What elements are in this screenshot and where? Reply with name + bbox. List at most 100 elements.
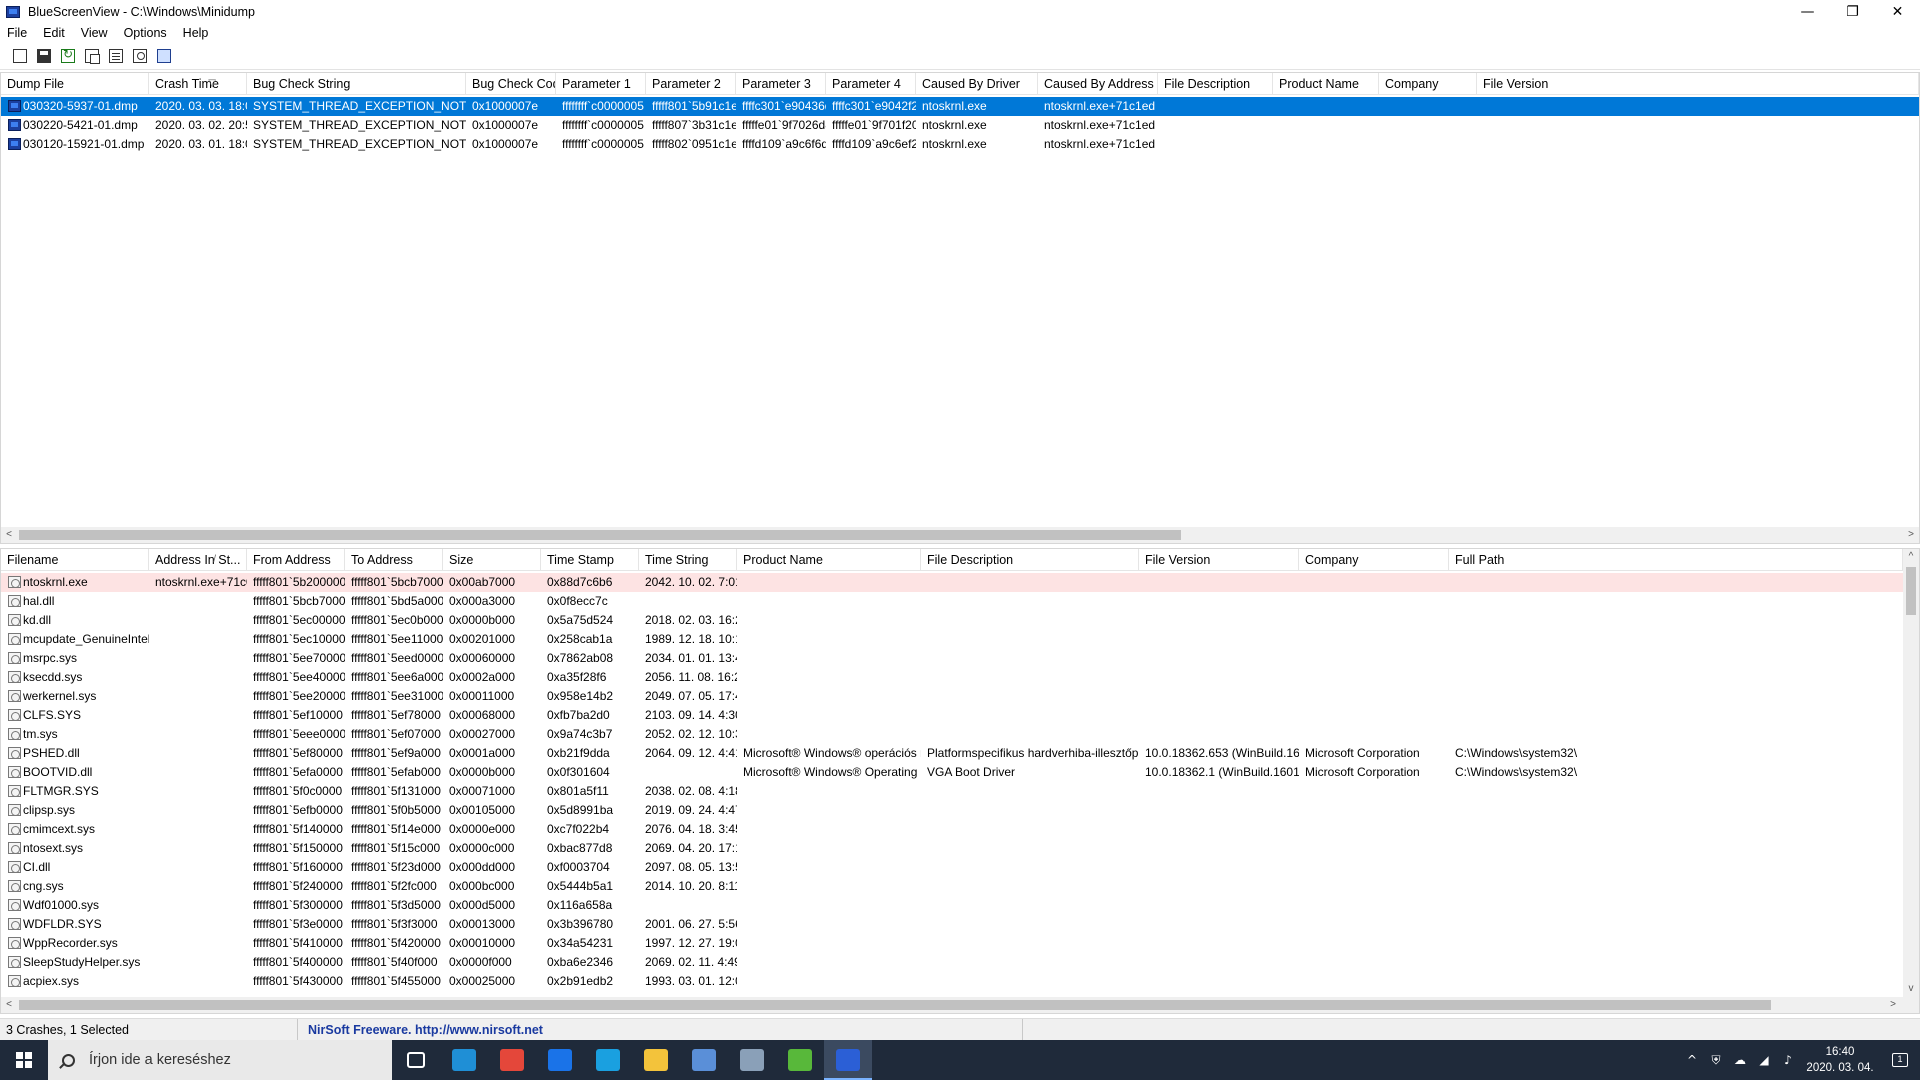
driver-row[interactable]: CLFS.SYS fffff801`5ef10000 fffff801`5ef780…: [1, 706, 1919, 725]
driver-row[interactable]: ksecdd.sys fffff801`5ee40000 fffff801`5ee6…: [1, 668, 1919, 687]
nirsoft-link[interactable]: NirSoft Freeware. http://www.nirsoft.net: [298, 1019, 1023, 1040]
lower-header-address-in-st[interactable]: Address In St... /: [149, 549, 247, 571]
driver-row[interactable]: WDFLDR.SYS fffff801`5f3e0000 fffff801`5f3f…: [1, 915, 1919, 934]
network-icon[interactable]: ◢: [1752, 1053, 1776, 1067]
edge-taskbar-button[interactable]: [440, 1040, 488, 1080]
driver-row[interactable]: CI.dll fffff801`5f160000 fffff801`5f23d000…: [1, 858, 1919, 877]
html-report-button[interactable]: [106, 46, 126, 66]
crash-row[interactable]: 030120-15921-01.dmp 2020. 03. 01. 18:06:3…: [1, 135, 1919, 154]
menu-help[interactable]: Help: [175, 26, 217, 40]
app2-taskbar-button[interactable]: [728, 1040, 776, 1080]
driver-row[interactable]: WppRecorder.sys fffff801`5f410000 fffff801…: [1, 934, 1919, 953]
upper-header-file-description[interactable]: File Description: [1158, 73, 1273, 95]
properties-button[interactable]: [10, 46, 30, 66]
upper-header-product-name[interactable]: Product Name: [1273, 73, 1379, 95]
driver-row[interactable]: acpiex.sys fffff801`5f430000 fffff801`5f45…: [1, 972, 1919, 991]
mail-taskbar-button[interactable]: [536, 1040, 584, 1080]
driver-row[interactable]: ntosext.sys fffff801`5f150000 fffff801`5f1…: [1, 839, 1919, 858]
crash-list[interactable]: Dump File Crash Time ▽ Bug Check String Bug …: [0, 72, 1920, 544]
find-button[interactable]: [130, 46, 150, 66]
driver-row[interactable]: hal.dll fffff801`5bcb7000 fffff801`5bd5a00…: [1, 592, 1919, 611]
file-explorer-taskbar-button[interactable]: [632, 1040, 680, 1080]
upper-header-parameter-1[interactable]: Parameter 1: [556, 73, 646, 95]
scroll-right-arrow[interactable]: >: [1885, 997, 1901, 1013]
chrome-taskbar-button[interactable]: [488, 1040, 536, 1080]
minimize-button[interactable]: —: [1785, 0, 1830, 23]
lower-header-time-string[interactable]: Time String: [639, 549, 737, 571]
lower-header-product-name[interactable]: Product Name: [737, 549, 921, 571]
menu-options[interactable]: Options: [116, 26, 175, 40]
driver-row[interactable]: clipsp.sys fffff801`5efb0000 fffff801`5f0b…: [1, 801, 1919, 820]
upper-header-parameter-2[interactable]: Parameter 2: [646, 73, 736, 95]
scrollbar-thumb[interactable]: [19, 1000, 1771, 1010]
driver-list[interactable]: Filename Address In St... / From Address To …: [0, 548, 1920, 1014]
upper-header-caused-by-address[interactable]: Caused By Address: [1038, 73, 1158, 95]
onedrive-icon[interactable]: ☁: [1728, 1053, 1752, 1067]
scroll-down-arrow[interactable]: v: [1903, 981, 1919, 997]
scroll-right-arrow[interactable]: >: [1903, 527, 1919, 543]
task-view-taskbar-button[interactable]: [392, 1040, 440, 1080]
lower-header-to-address[interactable]: To Address: [345, 549, 443, 571]
upper-header-bug-check-string[interactable]: Bug Check String: [247, 73, 466, 95]
menu-file[interactable]: File: [0, 26, 35, 40]
upper-header-bug-check-code[interactable]: Bug Check Code: [466, 73, 556, 95]
crash-row[interactable]: 030220-5421-01.dmp 2020. 03. 02. 20:51:23…: [1, 116, 1919, 135]
save-button[interactable]: [34, 46, 54, 66]
lower-header-size[interactable]: Size: [443, 549, 541, 571]
lower-header-from-address[interactable]: From Address: [247, 549, 345, 571]
crash-list-hscrollbar[interactable]: < >: [1, 527, 1919, 543]
taskbar-search-box[interactable]: Írjon ide a kereséshez: [48, 1040, 392, 1080]
maximize-button[interactable]: ❐: [1830, 0, 1875, 23]
driver-row[interactable]: mcupdate_GenuineIntel.dll fffff801`5ec100…: [1, 630, 1919, 649]
crash-row[interactable]: 030320-5937-01.dmp 2020. 03. 03. 18:00:05…: [1, 97, 1919, 116]
upper-header-caused-by-driver[interactable]: Caused By Driver: [916, 73, 1038, 95]
reload-button[interactable]: [58, 46, 78, 66]
lower-header-time-stamp[interactable]: Time Stamp: [541, 549, 639, 571]
clock[interactable]: 16:40 2020. 03. 04.: [1800, 1044, 1880, 1076]
utorrent-taskbar-button[interactable]: [776, 1040, 824, 1080]
action-center-button[interactable]: 1: [1880, 1053, 1920, 1067]
menu-view[interactable]: View: [73, 26, 116, 40]
driver-row[interactable]: ntoskrnl.exe ntoskrnl.exe+71c0bf fffff801`…: [1, 573, 1919, 592]
exit-button[interactable]: [154, 46, 174, 66]
lower-header-file-version[interactable]: File Version: [1139, 549, 1299, 571]
driver-row[interactable]: BOOTVID.dll fffff801`5efa0000 fffff801`5ef…: [1, 763, 1919, 782]
menu-edit[interactable]: Edit: [35, 26, 73, 40]
driver-row[interactable]: cng.sys fffff801`5f240000 fffff801`5f2fc00…: [1, 877, 1919, 896]
scroll-left-arrow[interactable]: <: [1, 527, 17, 543]
driver-row[interactable]: SleepStudyHelper.sys fffff801`5f400000 fff…: [1, 953, 1919, 972]
upper-header-parameter-3[interactable]: Parameter 3: [736, 73, 826, 95]
driver-row[interactable]: cmimcext.sys fffff801`5f140000 fffff801`5f…: [1, 820, 1919, 839]
driver-row[interactable]: PSHED.dll fffff801`5ef80000 fffff801`5ef9a…: [1, 744, 1919, 763]
copy-button[interactable]: [82, 46, 102, 66]
close-button[interactable]: ✕: [1875, 0, 1920, 23]
app-taskbar-button[interactable]: [584, 1040, 632, 1080]
lower-header-full-path[interactable]: Full Path: [1449, 549, 1903, 571]
scrollbar-thumb[interactable]: [1906, 567, 1916, 615]
upper-header-file-version[interactable]: File Version: [1477, 73, 1919, 95]
driver-row[interactable]: kd.dll fffff801`5ec00000 fffff801`5ec0b000…: [1, 611, 1919, 630]
scroll-up-arrow[interactable]: ^: [1903, 549, 1919, 565]
lower-header-company[interactable]: Company: [1299, 549, 1449, 571]
show-hidden-icons-icon[interactable]: ^: [1680, 1053, 1704, 1067]
bluescreenview-taskbar-button[interactable]: [824, 1040, 872, 1080]
store-taskbar-button[interactable]: [680, 1040, 728, 1080]
driver-list-vscrollbar[interactable]: ^ v: [1903, 549, 1919, 997]
upper-header-dump-file[interactable]: Dump File: [1, 73, 149, 95]
scrollbar-thumb[interactable]: [19, 530, 1181, 540]
upper-header-company[interactable]: Company: [1379, 73, 1477, 95]
driver-row[interactable]: werkernel.sys fffff801`5ee20000 fffff801`5…: [1, 687, 1919, 706]
driver-row[interactable]: Wdf01000.sys fffff801`5f300000 fffff801`5f…: [1, 896, 1919, 915]
upper-header-crash-time[interactable]: Crash Time ▽: [149, 73, 247, 95]
lower-header-file-description[interactable]: File Description: [921, 549, 1139, 571]
driver-row[interactable]: msrpc.sys fffff801`5ee70000 fffff801`5eed0…: [1, 649, 1919, 668]
scroll-left-arrow[interactable]: <: [1, 997, 17, 1013]
lower-header-filename[interactable]: Filename: [1, 549, 149, 571]
volume-icon[interactable]: ♪: [1776, 1053, 1800, 1067]
start-button[interactable]: [0, 1040, 48, 1080]
driver-list-hscrollbar[interactable]: < >: [1, 997, 1919, 1013]
upper-header-parameter-4[interactable]: Parameter 4: [826, 73, 916, 95]
security-icon[interactable]: ⛨: [1704, 1053, 1728, 1068]
driver-row[interactable]: FLTMGR.SYS fffff801`5f0c0000 fffff801`5f13…: [1, 782, 1919, 801]
driver-row[interactable]: tm.sys fffff801`5eee0000 fffff801`5ef07000…: [1, 725, 1919, 744]
